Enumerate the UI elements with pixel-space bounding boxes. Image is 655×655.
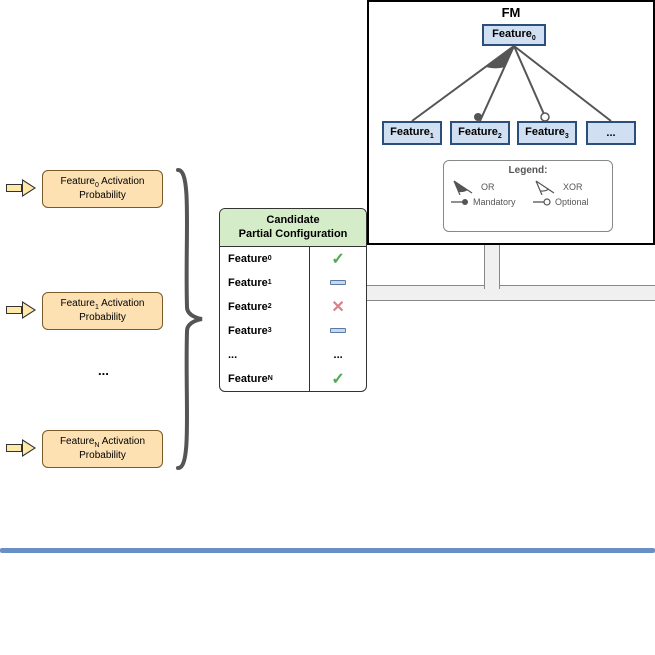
feature-column: Feature0 Feature1 Feature2 Feature3 ... … — [220, 247, 310, 391]
subscript: 2 — [268, 303, 272, 310]
config-table: Candidate Partial Configuration Feature0… — [219, 208, 367, 392]
diagram-root: Feature0 Activation Probability Feature1… — [0, 0, 655, 655]
label: Activation — [99, 298, 145, 309]
legend-box: Legend: OR XOR — [443, 160, 613, 232]
status-column: ✓ ✕ ... ✓ — [310, 247, 366, 391]
ellipsis: ... — [98, 363, 109, 378]
subscript: 3 — [268, 327, 272, 334]
ellipsis: ... — [334, 349, 343, 361]
subscript: 1 — [430, 133, 434, 140]
label: Feature — [458, 126, 498, 138]
feature-label: Feature — [228, 253, 268, 265]
feature-root-node: Feature0 — [482, 24, 546, 46]
prob-box-n: FeatureN Activation Probability — [42, 430, 163, 468]
label: Activation — [99, 176, 145, 187]
arrow-icon — [6, 302, 36, 318]
prob-box-0: Feature0 Activation Probability — [42, 170, 163, 208]
dash-icon — [330, 328, 346, 333]
legend-label: XOR — [563, 182, 583, 192]
label: Feature — [60, 436, 94, 447]
optional-icon — [532, 197, 552, 207]
feature-label: Feature — [228, 373, 268, 385]
pipe-connector — [367, 285, 655, 301]
title-line: Partial Configuration — [239, 228, 348, 240]
dash-icon — [330, 280, 346, 285]
ellipsis: ... — [228, 349, 237, 361]
prob-box-1: Feature1 Activation Probability — [42, 292, 163, 330]
divider-bar — [0, 548, 655, 553]
feature-node-1: Feature1 — [382, 121, 442, 145]
label: Probability — [79, 450, 126, 461]
or-icon — [450, 179, 478, 195]
config-header: Candidate Partial Configuration — [220, 209, 366, 247]
check-icon: ✓ — [331, 249, 344, 269]
xor-icon — [532, 179, 560, 195]
pipe-connector — [484, 245, 500, 289]
arrow-icon — [6, 180, 36, 196]
legend-title: Legend: — [450, 165, 606, 176]
label: Feature — [390, 126, 430, 138]
title-line: Candidate — [266, 214, 319, 226]
feature-node-2: Feature2 — [450, 121, 510, 145]
label: Activation — [99, 436, 145, 447]
label: Feature — [61, 298, 95, 309]
arrow-icon — [6, 440, 36, 456]
mandatory-icon — [450, 197, 470, 207]
feature-label: Feature — [228, 325, 268, 337]
label: Feature — [61, 176, 95, 187]
subscript: 3 — [565, 133, 569, 140]
x-icon: ✕ — [331, 297, 344, 317]
feature-node-more: ... — [586, 121, 636, 145]
curly-brace-icon — [175, 167, 205, 471]
subscript: 1 — [268, 279, 272, 286]
subscript: 0 — [268, 255, 272, 262]
feature-label: Feature — [228, 301, 268, 313]
fm-panel: FM Feature0 Feature1 Feature2 Feature3 — [367, 0, 655, 245]
legend-label: Mandatory — [473, 197, 516, 207]
subscript: N — [268, 375, 273, 382]
label: Feature — [525, 126, 565, 138]
check-icon: ✓ — [331, 369, 344, 389]
feature-node-3: Feature3 — [517, 121, 577, 145]
subscript: 2 — [498, 133, 502, 140]
legend-label: Optional — [555, 197, 589, 207]
legend-label: OR — [481, 182, 495, 192]
subscript: 0 — [532, 35, 536, 42]
label: ... — [606, 127, 615, 139]
feature-label: Feature — [228, 277, 268, 289]
label: Feature — [492, 28, 532, 40]
label: Probability — [79, 190, 126, 201]
label: Probability — [79, 312, 126, 323]
